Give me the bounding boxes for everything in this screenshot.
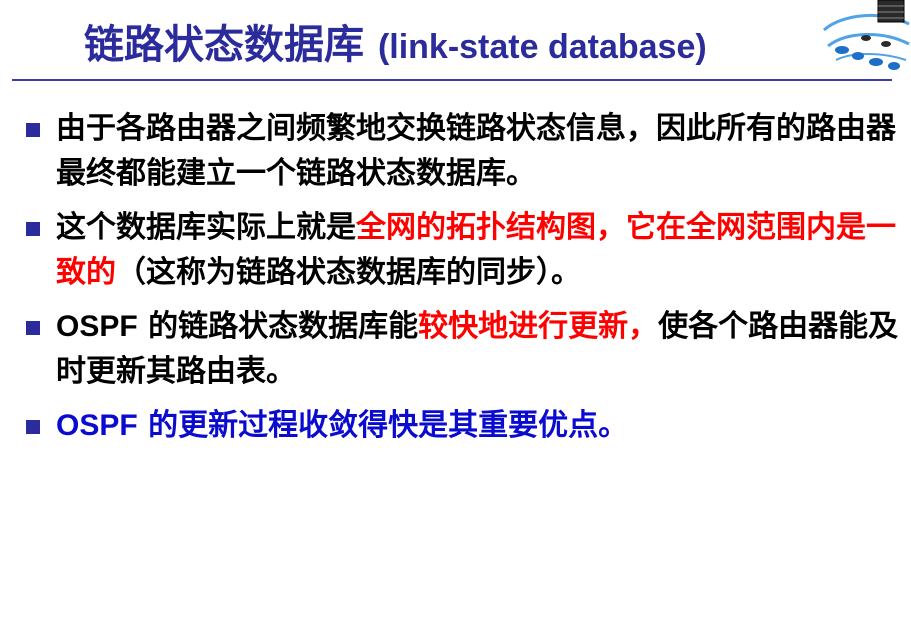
bullet-square-icon [26, 420, 40, 434]
bullet-square-icon [26, 321, 40, 335]
bullet-item: 由于各路由器之间频繁地交换链路状态信息，因此所有的路由器最终都能建立一个链路状态… [20, 106, 900, 196]
bullet-list: 由于各路由器之间频繁地交换链路状态信息，因此所有的路由器最终都能建立一个链路状态… [20, 106, 900, 457]
bullet-highlight-blue: OSPF [56, 409, 138, 442]
bullet-highlight-red: 较快地进行更新， [418, 309, 659, 344]
bullet-item: OSPF 的更新过程收敛得快是其重要优点。 [20, 403, 900, 448]
title-latin: (link-state database) [377, 28, 707, 66]
title-underline [12, 79, 892, 81]
page-title: 链路状态数据库 (link-state database) [84, 12, 707, 70]
bullet-text: 这个数据库实际上就是 [56, 210, 356, 245]
bullet-item: 这个数据库实际上就是全网的拓扑结构图，它在全网范围内是一致的（这称为链路状态数据… [20, 205, 900, 295]
bullet-square-icon [26, 123, 40, 137]
bullet-text: 的链路状态数据库能 [137, 309, 419, 344]
bullet-highlight-blue: 的更新过程收敛得快是其重要优点。 [137, 408, 629, 443]
bullet-text: 由于各路由器之间频繁地交换链路状态信息，因此所有的路由器最终都能建立一个链路状态… [56, 111, 896, 191]
bullet-text: （这称为链路状态数据库的同步）。 [116, 255, 581, 290]
bullet-item: OSPF 的链路状态数据库能较快地进行更新，使各个路由器能及时更新其路由表。 [20, 304, 900, 394]
network-logo-icon [823, 0, 910, 70]
bullet-square-icon [26, 222, 40, 236]
title-cjk: 链路状态数据库 [84, 22, 364, 68]
bullet-text: OSPF [56, 310, 138, 343]
